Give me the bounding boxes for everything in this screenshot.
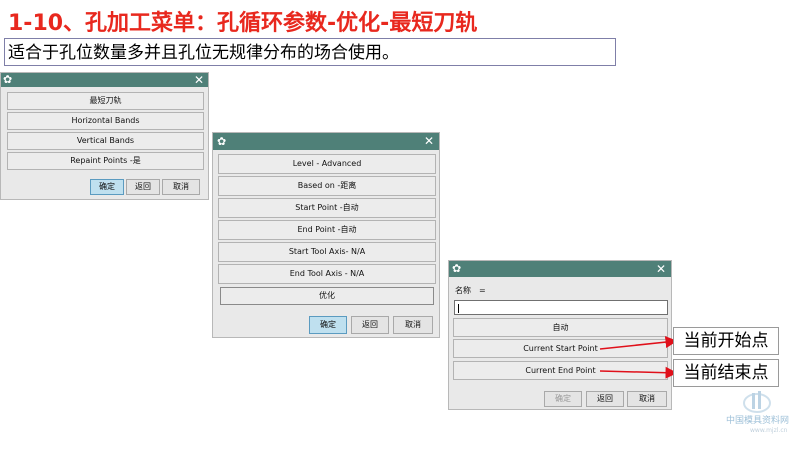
ok-button[interactable]: 确定 (544, 391, 582, 407)
close-icon[interactable]: ✕ (424, 133, 434, 150)
menu-item-based-on[interactable]: Based on -距离 (218, 176, 436, 196)
description-box: 适合于孔位数量多并且孔位无规律分布的场合使用。 (4, 38, 616, 66)
menu-item-end-point[interactable]: End Point -自动 (218, 220, 436, 240)
cancel-button[interactable]: 取消 (393, 316, 433, 334)
dialog-titlebar: ✿ ✕ (449, 261, 671, 277)
watermark-text: 中国模具资料网 (726, 416, 790, 426)
close-icon[interactable]: ✕ (656, 261, 666, 277)
menu-item-repaint-points[interactable]: Repaint Points -是 (7, 152, 204, 170)
gear-icon: ✿ (217, 135, 227, 148)
menu-item-auto[interactable]: 自动 (453, 318, 668, 337)
menu-item-level[interactable]: Level - Advanced (218, 154, 436, 174)
back-button[interactable]: 返回 (351, 316, 389, 334)
menu-item-current-end-point[interactable]: Current End Point (453, 361, 668, 380)
watermark-logo-icon (743, 391, 771, 413)
menu-item-optimize[interactable]: 优化 (220, 287, 434, 305)
menu-item-vertical-bands[interactable]: Vertical Bands (7, 132, 204, 150)
name-input[interactable] (454, 300, 668, 315)
back-button[interactable]: 返回 (586, 391, 624, 407)
menu-item-horizontal-bands[interactable]: Horizontal Bands (7, 112, 204, 130)
cancel-button[interactable]: 取消 (162, 179, 200, 195)
name-label: 名称 = (455, 286, 486, 295)
ok-button[interactable]: 确定 (90, 179, 124, 195)
menu-item-current-start-point[interactable]: Current Start Point (453, 339, 668, 358)
callout-current-start-point: 当前开始点 (673, 327, 779, 355)
menu-item-start-tool-axis[interactable]: Start Tool Axis- N/A (218, 242, 436, 262)
watermark-url: www.mjzl.cn (750, 427, 788, 434)
back-button[interactable]: 返回 (126, 179, 160, 195)
menu-item-shortest-path[interactable]: 最短刀轨 (7, 92, 204, 110)
gear-icon: ✿ (452, 262, 462, 275)
menu-item-start-point[interactable]: Start Point -自动 (218, 198, 436, 218)
dialog-optimize-params: ✿ ✕ Level - Advanced Based on -距离 Start … (212, 132, 440, 338)
text-caret (458, 304, 459, 313)
dialog-optimize-menu: ✿ ✕ 最短刀轨 Horizontal Bands Vertical Bands… (0, 72, 209, 200)
dialog-point-select: ✿ ✕ 名称 = 自动 Current Start Point Current … (448, 260, 672, 410)
callout-current-end-point: 当前结束点 (673, 359, 779, 387)
dialog-titlebar: ✿ ✕ (1, 73, 208, 87)
ok-button[interactable]: 确定 (309, 316, 347, 334)
close-icon[interactable]: ✕ (194, 73, 204, 87)
gear-icon: ✿ (3, 73, 13, 86)
menu-item-end-tool-axis[interactable]: End Tool Axis - N/A (218, 264, 436, 284)
slide-title: 1-10、孔加工菜单：孔循环参数-优化-最短刀轨 (8, 11, 478, 36)
cancel-button[interactable]: 取消 (627, 391, 667, 407)
dialog-titlebar: ✿ ✕ (213, 133, 439, 150)
